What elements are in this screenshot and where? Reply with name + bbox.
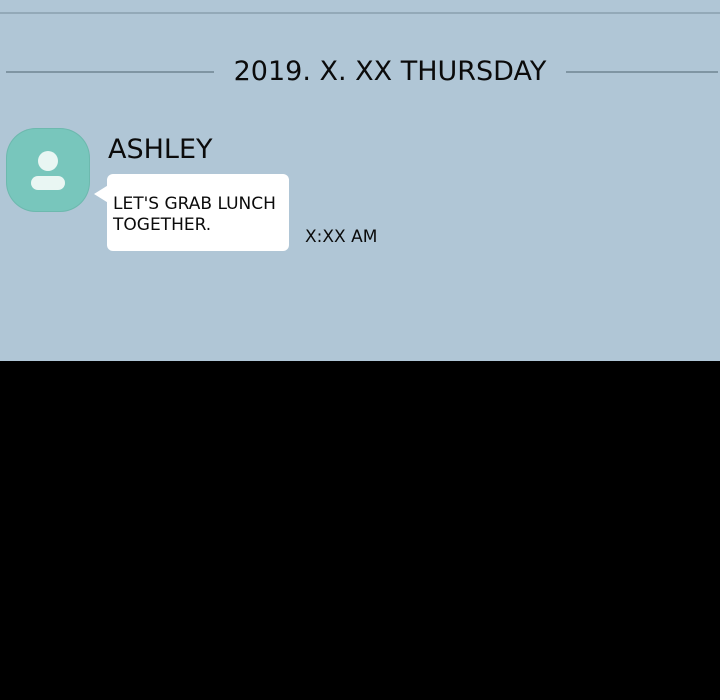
date-separator-line-left <box>6 71 214 73</box>
top-divider <box>0 12 720 14</box>
date-separator: 2019. X. XX THURSDAY <box>0 54 720 90</box>
sender-name: ASHLEY <box>108 134 213 165</box>
blank-panel <box>0 361 720 700</box>
date-separator-line-right <box>566 71 718 73</box>
person-icon <box>31 151 65 190</box>
message-timestamp: X:XX AM <box>305 227 378 247</box>
chat-area[interactable]: 2019. X. XX THURSDAY ASHLEY LET'S GRAB L… <box>0 0 720 361</box>
avatar[interactable] <box>6 128 90 212</box>
message-bubble[interactable]: LET'S GRAB LUNCH TOGETHER. <box>107 174 289 251</box>
date-separator-label: 2019. X. XX THURSDAY <box>233 56 547 87</box>
message-text: LET'S GRAB LUNCH TOGETHER. <box>113 194 276 235</box>
